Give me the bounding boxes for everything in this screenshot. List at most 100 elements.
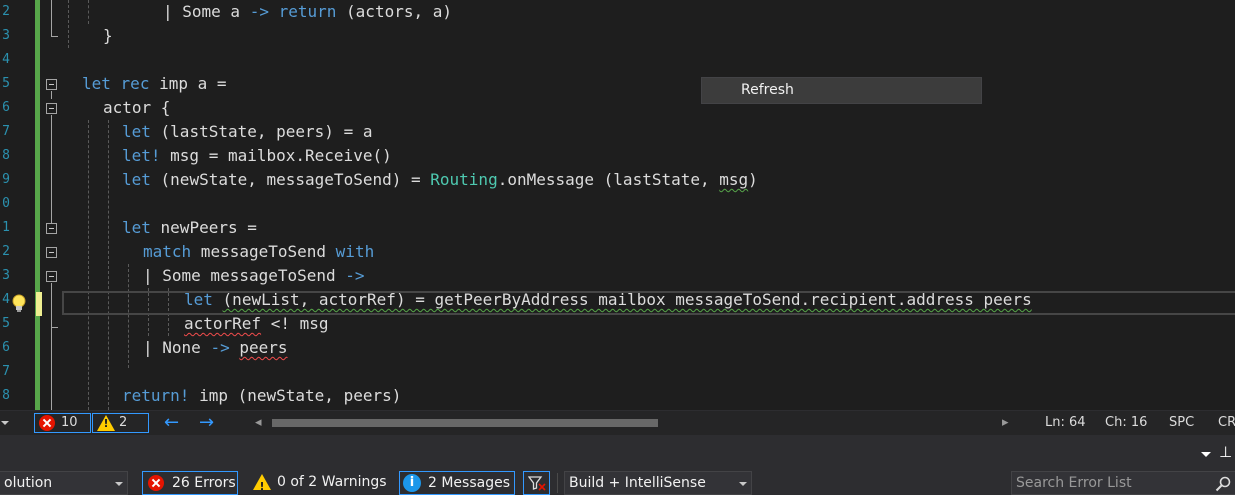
code-line[interactable]: } xyxy=(103,24,113,48)
code-token: } xyxy=(103,26,113,45)
code-token: let xyxy=(82,74,111,93)
code-token: | None xyxy=(143,338,211,357)
error-list-toolbar: olution 26 Errors ! 0 of 2 Warnings i 2 … xyxy=(0,468,1235,495)
outline-line xyxy=(51,327,52,410)
code-line[interactable]: | None -> peers xyxy=(143,336,288,360)
outline-line xyxy=(51,283,52,327)
code-token: | Some messageToSend xyxy=(143,266,346,285)
scope-dropdown[interactable]: olution xyxy=(0,471,128,495)
window-menu-dropdown-icon[interactable] xyxy=(1201,452,1211,457)
line-number: 5 xyxy=(2,316,10,331)
code-token: ) xyxy=(748,170,758,189)
code-token: let xyxy=(122,170,151,189)
error-count-button[interactable]: 10 xyxy=(34,413,91,433)
code-editor[interactable]: 2 3 4 5 6 7 8 9 0 1 2 3 4 5 6 7 8 | Some a -> return (ac… xyxy=(0,0,1235,410)
chevron-down-icon xyxy=(115,482,123,486)
line-number: 2 xyxy=(2,4,10,19)
error-icon xyxy=(148,475,164,491)
warning-count-button[interactable]: ! 2 xyxy=(92,413,149,433)
line-number: 6 xyxy=(2,340,10,355)
code-token: .onMessage (lastState, xyxy=(497,170,720,189)
build-source-dropdown[interactable]: Build + IntelliSense xyxy=(564,471,752,495)
indent-guide xyxy=(88,0,89,24)
change-tracking-bar xyxy=(35,0,40,410)
navigate-forward-icon[interactable]: → xyxy=(199,411,214,435)
line-ending-indicator: CR xyxy=(1218,415,1235,430)
scroll-right-icon[interactable]: ▸ xyxy=(1002,411,1009,435)
errors-filter-button[interactable]: 26 Errors xyxy=(142,471,238,495)
pin-icon[interactable]: ⊥ xyxy=(1219,443,1232,461)
line-number: 2 xyxy=(2,244,10,259)
messages-label: 2 Messages xyxy=(428,475,511,491)
indent-guide xyxy=(68,0,69,48)
code-line[interactable]: actorRef <! msg xyxy=(184,312,329,336)
search-icon[interactable] xyxy=(1215,476,1231,492)
code-line[interactable]: let rec imp a = xyxy=(82,72,227,96)
code-token: (newList, actorRef) = getPeerByAddress m… xyxy=(222,290,1032,309)
collapse-let-rec-imp[interactable] xyxy=(46,79,57,90)
error-icon xyxy=(39,415,55,431)
outline-line xyxy=(51,115,52,223)
code-line[interactable]: let (lastState, peers) = a xyxy=(122,120,372,144)
warnings-filter-button[interactable]: ! 0 of 2 Warnings xyxy=(250,471,390,495)
code-token: rec xyxy=(120,74,150,93)
line-number: 7 xyxy=(2,364,10,379)
line-indicator: Ln: 64 xyxy=(1045,415,1086,430)
warning-count: 2 xyxy=(119,415,128,430)
code-line[interactable]: let (newList, actorRef) = getPeerByAddre… xyxy=(184,288,1032,312)
code-token: -> xyxy=(249,2,269,21)
collapse-some-branch[interactable] xyxy=(46,271,57,282)
column-indicator: Ch: 16 xyxy=(1105,415,1148,430)
code-line[interactable]: | Some messageToSend -> xyxy=(143,264,365,288)
line-number: 4 xyxy=(2,292,10,307)
messages-filter-button[interactable]: i 2 Messages xyxy=(399,471,515,495)
code-token: -> xyxy=(210,338,230,357)
indent-guide xyxy=(88,120,89,410)
code-line[interactable]: match messageToSend with xyxy=(143,240,374,264)
collapse-let-newpeers[interactable] xyxy=(46,223,57,234)
outline-line xyxy=(51,0,52,36)
editor-status-strip: 10 ! 2 ← → ◂ ▸ Ln: 64 Ch: 16 SPC CR xyxy=(0,410,1235,435)
error-list-title-bar: ⊥ xyxy=(0,440,1235,468)
line-number: 9 xyxy=(2,172,10,187)
code-token: match xyxy=(143,242,192,261)
warnings-label: 0 of 2 Warnings xyxy=(277,474,387,490)
code-line[interactable]: let (newState, messageToSend) = Routing.… xyxy=(122,168,758,192)
code-token: with xyxy=(335,242,375,261)
code-token: imp a = xyxy=(149,74,227,93)
errors-label: 26 Errors xyxy=(172,475,236,491)
horizontal-scrollbar-thumb[interactable] xyxy=(272,419,658,427)
code-line[interactable]: let newPeers = xyxy=(122,216,257,240)
line-number: 8 xyxy=(2,388,10,403)
search-error-list-box[interactable]: Search Error List xyxy=(1011,471,1235,495)
refresh-menu-item[interactable]: Refresh xyxy=(741,78,794,103)
line-number: 4 xyxy=(2,52,10,67)
code-line[interactable]: return! imp (newState, peers) xyxy=(122,384,401,408)
build-source-value: Build + IntelliSense xyxy=(569,475,706,491)
line-number: 0 xyxy=(2,196,10,211)
collapse-match[interactable] xyxy=(46,247,57,258)
toolbar-separator xyxy=(557,473,558,493)
code-line[interactable]: actor { xyxy=(103,96,170,120)
lightbulb-icon[interactable] xyxy=(10,293,28,313)
code-line[interactable]: let! msg = mailbox.Receive() xyxy=(122,144,392,168)
search-input[interactable]: Search Error List xyxy=(1016,475,1132,491)
filter-clear-icon xyxy=(528,476,546,491)
collapse-actor-block[interactable] xyxy=(46,103,57,114)
code-line[interactable]: | Some a -> return (actors, a) xyxy=(163,0,452,24)
code-token: newPeers = xyxy=(150,218,257,237)
navigate-back-icon[interactable]: ← xyxy=(164,411,179,435)
line-number: 8 xyxy=(2,148,10,163)
zoom-dropdown-arrow[interactable] xyxy=(1,421,9,425)
code-token: let xyxy=(184,290,213,309)
scope-value: olution xyxy=(4,475,53,491)
code-token: let xyxy=(122,122,151,141)
code-token: Routing xyxy=(430,170,498,189)
code-token: return! xyxy=(122,386,190,405)
clear-filter-button[interactable] xyxy=(523,471,550,495)
indent-guide xyxy=(128,264,129,368)
scroll-left-icon[interactable]: ◂ xyxy=(255,411,262,435)
